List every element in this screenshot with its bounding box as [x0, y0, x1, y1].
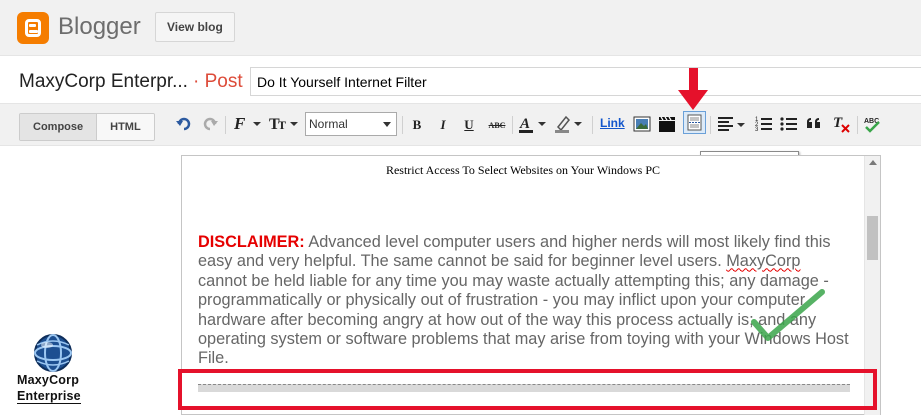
chevron-down-icon	[383, 122, 391, 127]
maxycorp-logo: MaxyCorp Enterprise	[10, 333, 100, 408]
arrow-down-icon	[676, 68, 710, 117]
scroll-up-icon[interactable]	[869, 160, 877, 165]
italic-button[interactable]: I	[436, 114, 450, 136]
quote-icon[interactable]	[805, 115, 823, 137]
view-blog-button[interactable]: View blog	[155, 12, 235, 42]
font-size-icon[interactable]: TT	[268, 113, 300, 135]
link-button[interactable]: Link	[600, 116, 625, 130]
compose-tab[interactable]: Compose	[20, 114, 98, 140]
highlight-box	[178, 369, 877, 410]
remove-formatting-icon[interactable]: T	[832, 114, 852, 136]
html-tab[interactable]: HTML	[97, 114, 154, 140]
highlight-color-icon[interactable]	[554, 114, 584, 136]
undo-icon[interactable]	[175, 115, 193, 137]
bulleted-list-icon[interactable]	[780, 115, 798, 137]
insert-video-icon[interactable]	[658, 115, 676, 137]
underline-button[interactable]: U	[462, 114, 476, 136]
insert-image-icon[interactable]	[633, 115, 651, 137]
logo-line2: Enterprise	[17, 389, 81, 404]
post-title-input[interactable]: Do It Yourself Internet Filter	[250, 67, 921, 96]
checkmark-icon	[750, 288, 830, 353]
toolbar-divider	[402, 116, 403, 134]
svg-text:F: F	[233, 114, 246, 133]
spell-check-icon[interactable]: ABC	[863, 114, 883, 136]
blog-name[interactable]: MaxyCorp Enterpr...	[19, 71, 188, 93]
brand-name: Blogger	[58, 13, 141, 40]
toolbar-divider	[857, 116, 858, 134]
mode-tabs: Compose HTML	[19, 113, 155, 141]
bold-button[interactable]: B	[410, 114, 424, 136]
redo-icon[interactable]	[201, 115, 219, 137]
logo-line1: MaxyCorp	[17, 373, 80, 387]
strikethrough-button[interactable]: ABC	[486, 115, 508, 137]
toolbar-divider	[225, 116, 226, 134]
scroll-thumb[interactable]	[867, 216, 878, 260]
disclaimer-label: DISCLAIMER:	[198, 233, 305, 251]
svg-text:T: T	[833, 115, 843, 131]
toolbar-divider	[710, 116, 711, 134]
svg-text:A: A	[519, 116, 530, 132]
font-family-icon[interactable]: F	[232, 113, 262, 135]
blogger-logo-icon[interactable]	[17, 12, 49, 44]
numbered-list-icon[interactable]: 123	[755, 115, 773, 137]
globe-icon	[34, 334, 72, 372]
misspelled-word: MaxyCorp	[726, 252, 801, 271]
svg-text:T: T	[278, 118, 286, 132]
toolbar-divider	[512, 116, 513, 134]
align-icon[interactable]	[717, 115, 747, 137]
post-label: · Post	[193, 71, 243, 92]
post-subtitle: Restrict Access To Select Websites on Yo…	[385, 163, 661, 177]
text-color-icon[interactable]: A	[518, 114, 548, 136]
format-select-value: Normal	[309, 117, 348, 131]
toolbar-divider	[592, 116, 593, 134]
blogger-post-editor: Blogger View blog MaxyCorp Enterpr... · …	[0, 0, 921, 415]
svg-text:3: 3	[755, 127, 759, 133]
format-select[interactable]: Normal	[305, 112, 397, 136]
top-bar: Blogger View blog	[0, 0, 921, 56]
